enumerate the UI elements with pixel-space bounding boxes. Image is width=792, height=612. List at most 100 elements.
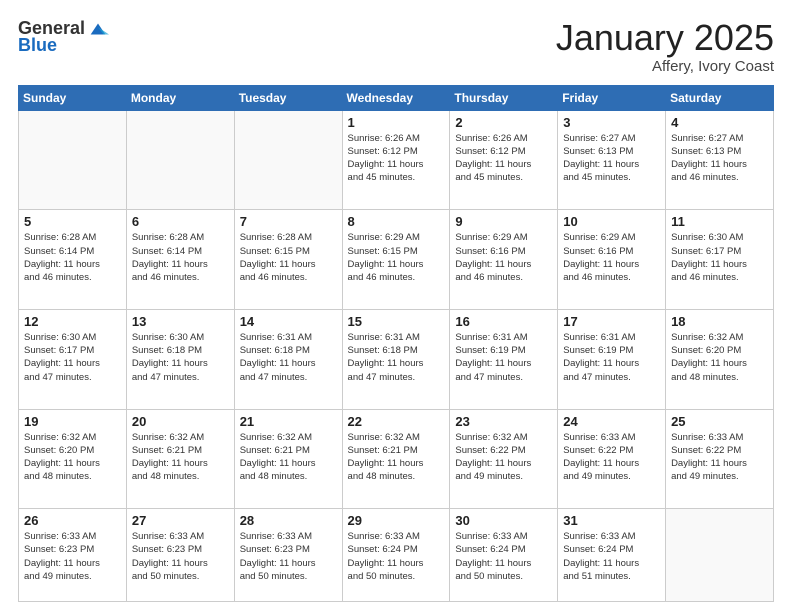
- header-wednesday: Wednesday: [342, 85, 450, 110]
- table-row: [234, 110, 342, 210]
- table-row: 26 Sunrise: 6:33 AM Sunset: 6:23 PM Dayli…: [19, 509, 127, 602]
- day-number: 30: [455, 513, 552, 528]
- logo-icon: [87, 18, 109, 40]
- table-row: 27Sunrise: 6:33 AM Sunset: 6:23 PM Dayli…: [126, 509, 234, 602]
- day-info: Sunrise: 6:33 AM Sunset: 6:23 PM Dayligh…: [132, 530, 229, 583]
- header-monday: Monday: [126, 85, 234, 110]
- day-info: Sunrise: 6:31 AM Sunset: 6:18 PM Dayligh…: [348, 331, 445, 384]
- table-row: 7 Sunrise: 6:28 AM Sunset: 6:15 PM Daylig…: [234, 210, 342, 310]
- day-info: Sunrise: 6:33 AM Sunset: 6:24 PM Dayligh…: [348, 530, 445, 583]
- calendar-location: Affery, Ivory Coast: [556, 58, 774, 75]
- day-number: 8: [348, 214, 445, 229]
- day-info: Sunrise: 6:33 AM Sunset: 6:24 PM Dayligh…: [563, 530, 660, 583]
- day-info: Sunrise: 6:33 AM Sunset: 6:23 PM Dayligh…: [24, 530, 121, 583]
- day-number: 6: [132, 214, 229, 229]
- day-number: 17: [563, 314, 660, 329]
- day-info: Sunrise: 6:26 AM Sunset: 6:12 PM Dayligh…: [348, 132, 445, 185]
- day-info: Sunrise: 6:32 AM Sunset: 6:21 PM Dayligh…: [240, 431, 337, 484]
- table-row: 31 Sunrise: 6:33 AM Sunset: 6:24 PM Dayli…: [558, 509, 666, 602]
- day-info: Sunrise: 6:31 AM Sunset: 6:19 PM Dayligh…: [455, 331, 552, 384]
- day-number: 1: [348, 115, 445, 130]
- table-row: 8 Sunrise: 6:29 AM Sunset: 6:15 PM Daylig…: [342, 210, 450, 310]
- day-info: Sunrise: 6:33 AM Sunset: 6:22 PM Dayligh…: [563, 431, 660, 484]
- table-row: 16 Sunrise: 6:31 AM Sunset: 6:19 PM Dayli…: [450, 309, 558, 409]
- calendar-week-row: 5Sunrise: 6:28 AM Sunset: 6:14 PM Daylig…: [19, 210, 774, 310]
- header-tuesday: Tuesday: [234, 85, 342, 110]
- header-saturday: Saturday: [666, 85, 774, 110]
- table-row: 23Sunrise: 6:32 AM Sunset: 6:22 PM Dayli…: [450, 409, 558, 509]
- calendar-table: Sunday Monday Tuesday Wednesday Thursday…: [18, 85, 774, 602]
- day-info: Sunrise: 6:30 AM Sunset: 6:18 PM Dayligh…: [132, 331, 229, 384]
- table-row: 9 Sunrise: 6:29 AM Sunset: 6:16 PM Daylig…: [450, 210, 558, 310]
- header: General Blue January 2025 Affery, Ivory …: [18, 18, 774, 75]
- calendar-week-row: 1 Sunrise: 6:26 AM Sunset: 6:12 PM Daylig…: [19, 110, 774, 210]
- day-number: 19: [24, 414, 121, 429]
- page: General Blue January 2025 Affery, Ivory …: [0, 0, 792, 612]
- table-row: 3 Sunrise: 6:27 AM Sunset: 6:13 PM Daylig…: [558, 110, 666, 210]
- day-info: Sunrise: 6:31 AM Sunset: 6:18 PM Dayligh…: [240, 331, 337, 384]
- day-number: 18: [671, 314, 768, 329]
- table-row: 24 Sunrise: 6:33 AM Sunset: 6:22 PM Dayli…: [558, 409, 666, 509]
- day-number: 7: [240, 214, 337, 229]
- table-row: 6 Sunrise: 6:28 AM Sunset: 6:14 PM Daylig…: [126, 210, 234, 310]
- day-info: Sunrise: 6:29 AM Sunset: 6:15 PM Dayligh…: [348, 231, 445, 284]
- day-info: Sunrise: 6:32 AM Sunset: 6:22 PM Dayligh…: [455, 431, 552, 484]
- day-number: 15: [348, 314, 445, 329]
- day-info: Sunrise: 6:29 AM Sunset: 6:16 PM Dayligh…: [563, 231, 660, 284]
- day-number: 28: [240, 513, 337, 528]
- table-row: 30 Sunrise: 6:33 AM Sunset: 6:24 PM Dayli…: [450, 509, 558, 602]
- day-number: 20: [132, 414, 229, 429]
- day-number: 22: [348, 414, 445, 429]
- day-info: Sunrise: 6:29 AM Sunset: 6:16 PM Dayligh…: [455, 231, 552, 284]
- day-info: Sunrise: 6:28 AM Sunset: 6:15 PM Dayligh…: [240, 231, 337, 284]
- table-row: 22 Sunrise: 6:32 AM Sunset: 6:21 PM Dayli…: [342, 409, 450, 509]
- day-number: 31: [563, 513, 660, 528]
- day-info: Sunrise: 6:30 AM Sunset: 6:17 PM Dayligh…: [671, 231, 768, 284]
- day-info: Sunrise: 6:33 AM Sunset: 6:23 PM Dayligh…: [240, 530, 337, 583]
- day-info: Sunrise: 6:32 AM Sunset: 6:21 PM Dayligh…: [348, 431, 445, 484]
- table-row: 13 Sunrise: 6:30 AM Sunset: 6:18 PM Dayli…: [126, 309, 234, 409]
- table-row: [666, 509, 774, 602]
- day-number: 24: [563, 414, 660, 429]
- day-number: 11: [671, 214, 768, 229]
- table-row: 1 Sunrise: 6:26 AM Sunset: 6:12 PM Daylig…: [342, 110, 450, 210]
- calendar-week-row: 19 Sunrise: 6:32 AM Sunset: 6:20 PM Dayli…: [19, 409, 774, 509]
- day-number: 3: [563, 115, 660, 130]
- table-row: 14 Sunrise: 6:31 AM Sunset: 6:18 PM Dayli…: [234, 309, 342, 409]
- title-block: January 2025 Affery, Ivory Coast: [556, 18, 774, 75]
- day-info: Sunrise: 6:27 AM Sunset: 6:13 PM Dayligh…: [563, 132, 660, 185]
- table-row: 5Sunrise: 6:28 AM Sunset: 6:14 PM Daylig…: [19, 210, 127, 310]
- day-info: Sunrise: 6:28 AM Sunset: 6:14 PM Dayligh…: [24, 231, 121, 284]
- table-row: 21 Sunrise: 6:32 AM Sunset: 6:21 PM Dayli…: [234, 409, 342, 509]
- day-info: Sunrise: 6:32 AM Sunset: 6:20 PM Dayligh…: [671, 331, 768, 384]
- day-number: 9: [455, 214, 552, 229]
- day-number: 26: [24, 513, 121, 528]
- day-info: Sunrise: 6:32 AM Sunset: 6:20 PM Dayligh…: [24, 431, 121, 484]
- table-row: 2Sunrise: 6:26 AM Sunset: 6:12 PM Daylig…: [450, 110, 558, 210]
- day-info: Sunrise: 6:30 AM Sunset: 6:17 PM Dayligh…: [24, 331, 121, 384]
- table-row: [126, 110, 234, 210]
- logo: General Blue: [18, 18, 109, 56]
- day-number: 29: [348, 513, 445, 528]
- calendar-title: January 2025: [556, 18, 774, 58]
- day-number: 2: [455, 115, 552, 130]
- table-row: 4 Sunrise: 6:27 AM Sunset: 6:13 PM Daylig…: [666, 110, 774, 210]
- day-info: Sunrise: 6:32 AM Sunset: 6:21 PM Dayligh…: [132, 431, 229, 484]
- day-info: Sunrise: 6:27 AM Sunset: 6:13 PM Dayligh…: [671, 132, 768, 185]
- day-number: 14: [240, 314, 337, 329]
- table-row: 10Sunrise: 6:29 AM Sunset: 6:16 PM Dayli…: [558, 210, 666, 310]
- weekday-header-row: Sunday Monday Tuesday Wednesday Thursday…: [19, 85, 774, 110]
- table-row: 25Sunrise: 6:33 AM Sunset: 6:22 PM Dayli…: [666, 409, 774, 509]
- table-row: 29 Sunrise: 6:33 AM Sunset: 6:24 PM Dayli…: [342, 509, 450, 602]
- day-number: 12: [24, 314, 121, 329]
- day-info: Sunrise: 6:31 AM Sunset: 6:19 PM Dayligh…: [563, 331, 660, 384]
- day-info: Sunrise: 6:28 AM Sunset: 6:14 PM Dayligh…: [132, 231, 229, 284]
- day-number: 21: [240, 414, 337, 429]
- day-info: Sunrise: 6:33 AM Sunset: 6:24 PM Dayligh…: [455, 530, 552, 583]
- table-row: 15 Sunrise: 6:31 AM Sunset: 6:18 PM Dayli…: [342, 309, 450, 409]
- table-row: 20 Sunrise: 6:32 AM Sunset: 6:21 PM Dayli…: [126, 409, 234, 509]
- day-number: 4: [671, 115, 768, 130]
- day-number: 13: [132, 314, 229, 329]
- logo-blue-text: Blue: [18, 36, 57, 56]
- day-number: 16: [455, 314, 552, 329]
